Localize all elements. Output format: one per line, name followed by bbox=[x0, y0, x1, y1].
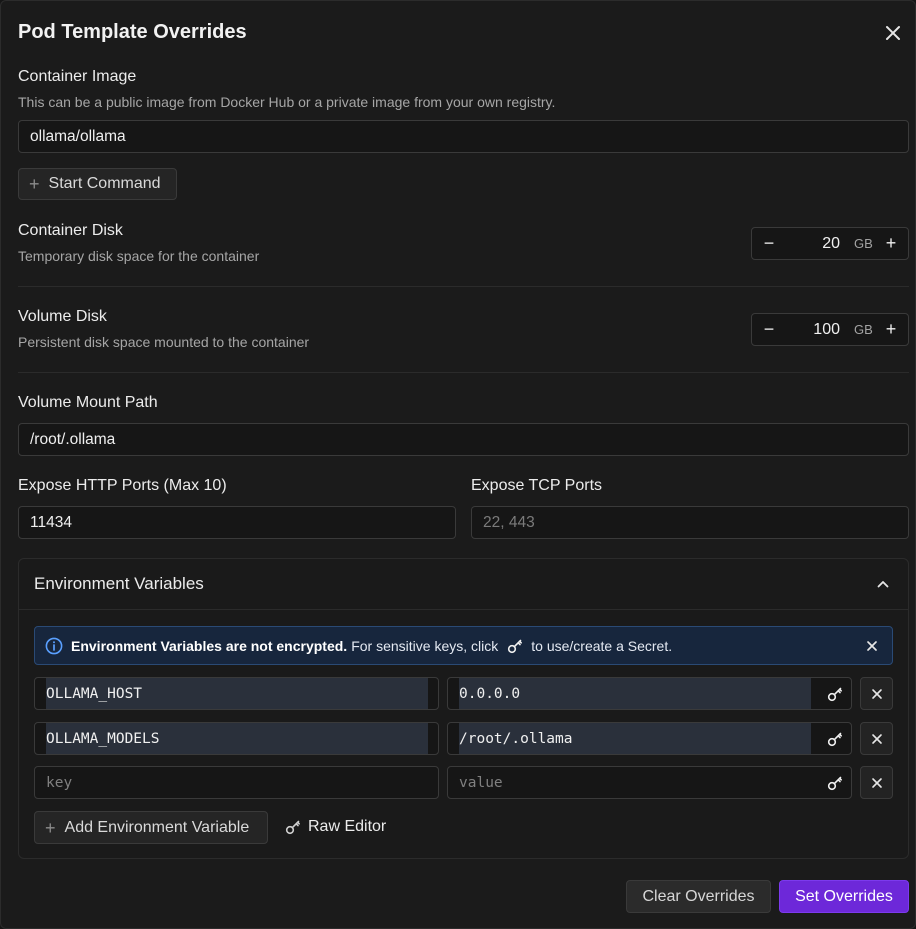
plus-icon: + bbox=[29, 174, 40, 194]
container-disk-decrement-button[interactable]: − bbox=[752, 228, 786, 259]
volume-disk-increment-button[interactable]: + bbox=[874, 314, 908, 345]
http-ports-label: Expose HTTP Ports (Max 10) bbox=[18, 477, 227, 494]
key-icon[interactable] bbox=[826, 774, 844, 792]
dialog-title: Pod Template Overrides bbox=[18, 21, 247, 43]
section-divider bbox=[18, 372, 909, 373]
env-value-text: 0.0.0.0 bbox=[459, 678, 811, 709]
key-icon[interactable] bbox=[826, 685, 844, 703]
env-key-input[interactable]: OLLAMA_HOST bbox=[34, 677, 439, 710]
tcp-ports-input[interactable]: 22, 443 bbox=[471, 506, 909, 539]
env-header-divider bbox=[19, 609, 908, 610]
container-disk-increment-button[interactable]: + bbox=[874, 228, 908, 259]
env-variables-title: Environment Variables bbox=[34, 574, 204, 593]
set-overrides-button[interactable]: Set Overrides bbox=[779, 880, 909, 913]
add-env-variable-button[interactable]: + Add Environment Variable bbox=[34, 811, 268, 844]
close-button[interactable] bbox=[881, 21, 905, 45]
http-ports-value: 11434 bbox=[30, 513, 72, 531]
start-command-label: Start Command bbox=[48, 175, 161, 192]
notice-bold-text: Environment Variables are not encrypted. bbox=[71, 637, 348, 654]
key-icon bbox=[508, 639, 523, 653]
volume-disk-decrement-button[interactable]: − bbox=[752, 314, 786, 345]
clear-overrides-button[interactable]: Clear Overrides bbox=[626, 880, 771, 913]
container-disk-unit: GB bbox=[854, 236, 873, 251]
info-icon bbox=[45, 637, 63, 654]
env-key-value: OLLAMA_HOST bbox=[46, 678, 428, 709]
env-encryption-notice: Environment Variables are not encrypted.… bbox=[34, 626, 893, 665]
plus-icon: + bbox=[45, 817, 56, 838]
add-env-variable-label: Add Environment Variable bbox=[64, 818, 250, 836]
volume-disk-value[interactable]: 100 bbox=[786, 321, 854, 339]
close-icon bbox=[871, 688, 882, 699]
tcp-ports-placeholder: 22, 443 bbox=[483, 513, 535, 531]
value-placeholder: value bbox=[459, 774, 503, 791]
collapse-env-button[interactable] bbox=[874, 575, 892, 593]
raw-editor-label: Raw Editor bbox=[308, 818, 387, 835]
http-ports-input[interactable]: 11434 bbox=[18, 506, 456, 539]
volume-disk-label: Volume Disk bbox=[18, 308, 107, 325]
key-placeholder: key bbox=[46, 774, 73, 791]
raw-editor-button[interactable]: Raw Editor bbox=[284, 818, 386, 836]
volume-mount-label: Volume Mount Path bbox=[18, 394, 158, 411]
volume-disk-stepper: − 100 GB + bbox=[751, 313, 909, 346]
key-icon[interactable] bbox=[826, 730, 844, 748]
env-key-value: OLLAMA_MODELS bbox=[46, 723, 428, 754]
volume-mount-input[interactable]: /root/.ollama bbox=[18, 423, 909, 456]
env-value-input[interactable]: 0.0.0.0 bbox=[447, 677, 852, 710]
key-icon bbox=[285, 820, 300, 835]
close-icon bbox=[886, 26, 900, 40]
container-image-input[interactable]: ollama/ollama bbox=[18, 120, 909, 153]
start-command-button[interactable]: + Start Command bbox=[18, 168, 177, 200]
pod-template-overrides-dialog: Pod Template Overrides Container Image T… bbox=[0, 0, 916, 929]
delete-env-row-button[interactable] bbox=[860, 766, 893, 799]
close-icon bbox=[867, 640, 877, 651]
container-disk-help: Temporary disk space for the container bbox=[18, 248, 260, 264]
new-env-value-input[interactable]: value bbox=[447, 766, 852, 799]
new-env-key-input[interactable]: key bbox=[34, 766, 439, 799]
container-disk-label: Container Disk bbox=[18, 222, 123, 239]
chevron-up-icon bbox=[877, 581, 889, 588]
container-image-help: This can be a public image from Docker H… bbox=[18, 94, 556, 110]
notice-tail-text: to use/create a Secret. bbox=[531, 637, 673, 654]
volume-disk-help: Persistent disk space mounted to the con… bbox=[18, 334, 310, 350]
delete-env-row-button[interactable] bbox=[860, 722, 893, 755]
notice-text: For sensitive keys, click bbox=[351, 637, 499, 654]
section-divider bbox=[18, 286, 909, 287]
container-image-label: Container Image bbox=[18, 68, 137, 85]
env-key-input[interactable]: OLLAMA_MODELS bbox=[34, 722, 439, 755]
container-image-value: ollama/ollama bbox=[30, 127, 126, 145]
tcp-ports-label: Expose TCP Ports bbox=[471, 477, 603, 494]
container-disk-value[interactable]: 20 bbox=[786, 235, 854, 253]
close-icon bbox=[871, 777, 882, 788]
close-icon bbox=[871, 733, 882, 744]
env-value-text: /root/.ollama bbox=[459, 723, 811, 754]
container-disk-stepper: − 20 GB + bbox=[751, 227, 909, 260]
dismiss-notice-button[interactable] bbox=[864, 638, 880, 654]
env-value-input[interactable]: /root/.ollama bbox=[447, 722, 852, 755]
delete-env-row-button[interactable] bbox=[860, 677, 893, 710]
volume-mount-value: /root/.ollama bbox=[30, 430, 116, 448]
volume-disk-unit: GB bbox=[854, 322, 873, 337]
